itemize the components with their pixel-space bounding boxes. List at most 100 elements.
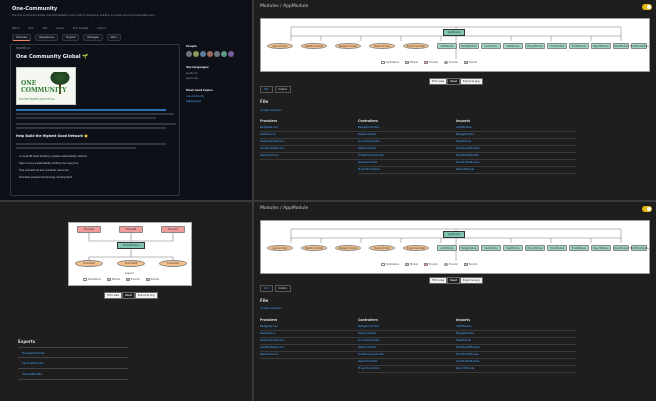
- export-png-button[interactable]: Export as png: [459, 277, 483, 284]
- fit-view-button[interactable]: Fit to view: [429, 78, 448, 85]
- graph-node-module[interactable]: ProjectModule: [525, 43, 545, 49]
- shared-module-graph[interactable]: ProviderA ProviderB ProviderC SharedModu…: [68, 222, 192, 286]
- export-link[interactable]: TransferProvider: [18, 347, 128, 358]
- graph-node-controller[interactable]: ControllerC: [159, 260, 187, 267]
- graph-node-controller[interactable]: HealthController: [301, 43, 327, 49]
- module-graph[interactable]: AppModule AppController HealthController…: [260, 18, 650, 72]
- avatar[interactable]: [214, 51, 220, 57]
- fit-view-button[interactable]: Fit to view: [429, 277, 448, 284]
- theme-toggle[interactable]: [642, 206, 652, 212]
- import-link[interactable]: UserProfileModule: [456, 359, 576, 366]
- graph-node-provider[interactable]: ProviderC: [161, 226, 185, 233]
- graph-node-module[interactable]: TimerModule: [547, 245, 567, 251]
- stat-watch[interactable]: Watch: [12, 27, 19, 30]
- avatar[interactable]: [207, 51, 213, 57]
- export-png-button[interactable]: Export as png: [459, 78, 483, 85]
- import-link[interactable]: TaskModule: [456, 338, 576, 345]
- import-link[interactable]: BadgeModule: [456, 132, 576, 139]
- graph-node-module[interactable]: TimeEntryModule: [629, 43, 649, 49]
- tab-details[interactable]: Details: [274, 285, 291, 292]
- graph-node-provider[interactable]: ProviderA: [77, 226, 101, 233]
- stat-prs[interactable]: Pull requests: [73, 27, 88, 30]
- graph-node-controller[interactable]: ProjectController: [403, 245, 429, 251]
- import-link[interactable]: ReportModule: [456, 167, 576, 174]
- fit-view-button[interactable]: Fit to view: [104, 292, 123, 299]
- graph-node-controller[interactable]: ProjectController: [403, 43, 429, 49]
- import-link[interactable]: AuthModule: [456, 324, 576, 331]
- import-link[interactable]: UserProfileModule: [456, 160, 576, 167]
- import-link[interactable]: TimeEntryModule: [456, 153, 576, 160]
- graph-node-module[interactable]: UserModule: [481, 43, 501, 49]
- export-link[interactable]: ServiceProvider: [18, 358, 128, 369]
- import-link[interactable]: DashboardModule: [456, 146, 576, 153]
- file-path-link[interactable]: src/app.module.ts: [260, 109, 281, 112]
- avatar[interactable]: [228, 51, 234, 57]
- import-link[interactable]: DashboardModule: [456, 345, 576, 352]
- repo-title[interactable]: One-Community: [12, 7, 57, 12]
- export-png-button[interactable]: Export as png: [134, 292, 158, 299]
- tab-overview[interactable]: Overview: [12, 34, 32, 41]
- graph-node-module[interactable]: TimeEntryModule: [629, 245, 649, 251]
- import-link[interactable]: TaskModule: [456, 139, 576, 146]
- file-path-link[interactable]: src/app.module.ts: [260, 307, 281, 310]
- reset-button[interactable]: Reset: [122, 292, 135, 299]
- avatar[interactable]: [200, 51, 206, 57]
- stat-actions[interactable]: Actions: [97, 27, 106, 30]
- graph-node-module[interactable]: AuthModule: [437, 245, 457, 251]
- graph-node-module[interactable]: ReportModule: [591, 43, 611, 49]
- graph-node-controller[interactable]: BadgeController: [335, 245, 361, 251]
- stat-issues[interactable]: Issues: [56, 27, 63, 30]
- graph-node-root[interactable]: SharedModule: [117, 242, 145, 249]
- export-link[interactable]: SharedModule: [18, 369, 128, 380]
- graph-node-module[interactable]: ReportModule: [591, 245, 611, 251]
- graph-node-module[interactable]: TimerModule: [547, 43, 567, 49]
- graph-node-module[interactable]: TeamModule: [613, 43, 629, 49]
- breadcrumb-root[interactable]: Modules: [260, 4, 279, 9]
- graph-node-module[interactable]: BadgeModule: [459, 245, 479, 251]
- graph-node-module[interactable]: ProjectModule: [525, 245, 545, 251]
- avatar[interactable]: [221, 51, 227, 57]
- graph-node-controller[interactable]: AppController: [267, 245, 293, 251]
- graph-node-controller[interactable]: TaskController: [369, 245, 395, 251]
- module-graph[interactable]: AppModule AppController HealthController…: [260, 220, 650, 274]
- theme-toggle[interactable]: [642, 4, 652, 10]
- graph-node-module[interactable]: UserModule: [481, 245, 501, 251]
- tab-projects[interactable]: Projects: [61, 34, 80, 41]
- avatar[interactable]: [186, 51, 192, 57]
- reset-button[interactable]: Reset: [447, 277, 460, 284]
- breadcrumb-root[interactable]: Modules: [260, 206, 279, 211]
- graph-node-controller[interactable]: ControllerA: [75, 260, 103, 267]
- tab-info[interactable]: Info: [260, 285, 273, 292]
- import-link[interactable]: TimeEntryModule: [456, 352, 576, 359]
- graph-node-module[interactable]: TaskModule: [503, 43, 523, 49]
- reset-button[interactable]: Reset: [447, 78, 460, 85]
- tab-repositories[interactable]: Repositories: [35, 34, 58, 41]
- graph-node-module[interactable]: BadgeModule: [459, 43, 479, 49]
- graph-node-module[interactable]: EmailModule: [569, 43, 589, 49]
- graph-node-root[interactable]: AppModule: [443, 29, 465, 36]
- stat-star[interactable]: Star: [43, 27, 48, 30]
- tab-details[interactable]: Details: [274, 86, 291, 93]
- import-link[interactable]: BadgeModule: [456, 331, 576, 338]
- graph-node-module[interactable]: TaskModule: [503, 245, 523, 251]
- graph-node-root[interactable]: AppModule: [443, 231, 465, 238]
- import-link[interactable]: ReportModule: [456, 366, 576, 373]
- graph-node-controller[interactable]: TaskController: [369, 43, 395, 49]
- import-link[interactable]: AuthModule: [456, 125, 576, 132]
- topic-link[interactable]: one-community: [186, 95, 248, 98]
- legend-item: Exports: [463, 263, 477, 266]
- tab-packages[interactable]: Packages: [83, 34, 103, 41]
- tab-info[interactable]: Info: [260, 86, 273, 93]
- graph-node-controller[interactable]: ControllerB: [117, 260, 145, 267]
- graph-node-controller[interactable]: AppController: [267, 43, 293, 49]
- graph-node-module[interactable]: AuthModule: [437, 43, 457, 49]
- tab-stars[interactable]: Stars: [106, 34, 121, 41]
- avatar[interactable]: [193, 51, 199, 57]
- graph-node-provider[interactable]: ProviderB: [119, 226, 143, 233]
- graph-node-module[interactable]: EmailModule: [569, 245, 589, 251]
- topic-link[interactable]: highest-good: [186, 100, 248, 103]
- graph-node-controller[interactable]: BadgeController: [335, 43, 361, 49]
- stat-fork[interactable]: Fork: [28, 27, 33, 30]
- graph-node-module[interactable]: TeamModule: [613, 245, 629, 251]
- graph-node-controller[interactable]: HealthController: [301, 245, 327, 251]
